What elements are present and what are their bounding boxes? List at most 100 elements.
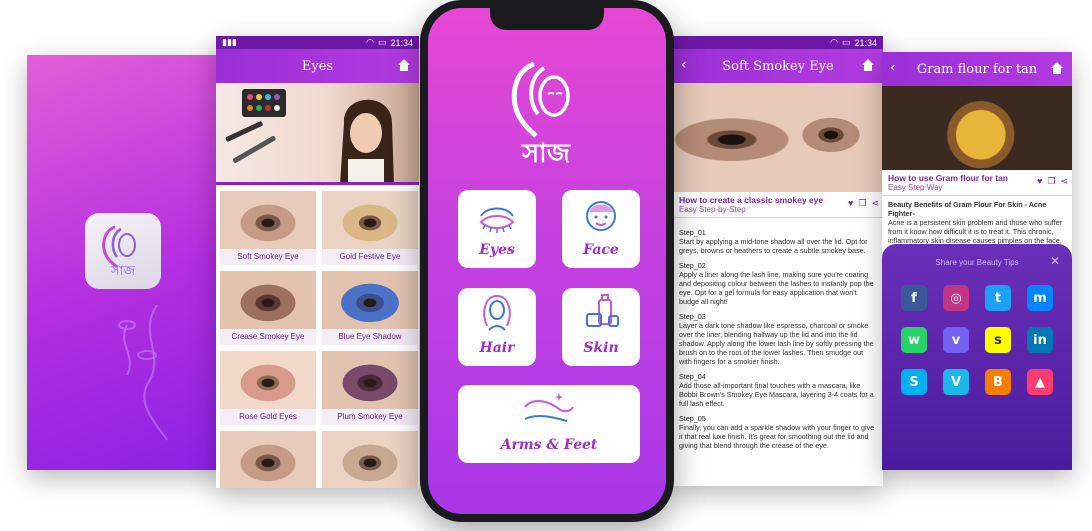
list-item-label: Crease Smokey Eye — [231, 332, 305, 341]
eye-look-image — [322, 431, 418, 488]
step-text: Add those all-important final touches wi… — [679, 381, 874, 408]
category-eyes-button[interactable]: Eyes — [458, 190, 536, 268]
vimeo-icon[interactable]: V — [943, 369, 969, 395]
step-title: Step_04 — [679, 372, 706, 381]
app-logo: সাজ — [511, 61, 572, 168]
hair-icon — [483, 294, 511, 331]
step-text: Start by applying a mid-tone shadow all … — [679, 237, 868, 255]
share-icon[interactable]: ⋖ — [1060, 176, 1068, 187]
category-label: Hair — [479, 340, 515, 356]
category-label: Face — [583, 242, 619, 258]
home-screen: সাজ Eyes Face Hair Skin Arms & Feet — [428, 8, 666, 514]
home-icon[interactable] — [397, 58, 411, 72]
status-time: 21:34 — [390, 37, 413, 48]
list-item-label: Blue Eye Shadow — [338, 332, 402, 341]
back-arrow-icon[interactable]: ‹ — [890, 60, 896, 76]
app-icon[interactable]: সাজ — [85, 213, 161, 289]
svg-text:সাজ: সাজ — [110, 264, 135, 279]
article-titlebar: How to use Gram flour for tan Easy Step … — [882, 170, 1072, 196]
floral-silhouette-icon — [118, 304, 168, 441]
heart-icon[interactable]: ♥ — [1037, 176, 1042, 187]
page-title: Gram flour for tan — [916, 61, 1038, 77]
eye-look-image — [322, 271, 418, 329]
soft-smokey-eye-screen: ◠ ▭ 21:34 ‹ Soft Smokey Eye How to creat… — [673, 36, 883, 486]
eye-look-image — [220, 271, 316, 329]
body-title: Beauty Benefits of Gram Flour For Skin -… — [888, 200, 1047, 218]
list-item[interactable]: Crease Smokey Eye — [220, 271, 316, 345]
battery-icon: ▭ — [841, 37, 851, 47]
category-label: Eyes — [479, 242, 515, 258]
step-text: Layer a dark tone shadow like espresso, … — [679, 321, 874, 366]
step-title: Step_01 — [679, 228, 706, 237]
wifi-icon: ◠ — [830, 37, 838, 47]
category-skin-button[interactable]: Skin — [562, 288, 640, 366]
eye-looks-grid: Soft Smokey Eye Gold Festive Eye Crease … — [216, 185, 419, 488]
list-item[interactable]: Gold Festive Eye — [322, 191, 418, 265]
list-item[interactable]: Soft Smokey Eye — [220, 191, 316, 265]
eyes-screen: ▮▮▮ ◠ ▭ 21:34 Eyes Soft Smokey Eye Gold … — [216, 36, 419, 488]
step-title: Step_05 — [679, 414, 706, 423]
gram-flour-screen: ‹ Gram flour for tan How to use Gram flo… — [882, 52, 1072, 470]
category-arms-feet-button[interactable]: Arms & Feet — [458, 385, 640, 463]
face-icon — [586, 201, 616, 231]
phone-frame: সাজ Eyes Face Hair Skin Arms & Feet — [420, 0, 674, 522]
snapchat-icon[interactable]: s — [985, 327, 1011, 353]
wifi-icon: ◠ — [366, 37, 374, 47]
back-arrow-icon[interactable]: ‹ — [681, 57, 687, 73]
share-icons-grid: f ◎ t m w v s in S V B ▲ — [882, 285, 1072, 395]
feet-icon — [524, 393, 574, 422]
close-icon[interactable]: ✕ — [1050, 254, 1060, 268]
home-icon[interactable] — [861, 58, 875, 72]
share-title: Share your Beauty Tips — [935, 258, 1019, 267]
step-title: Step_03 — [679, 312, 706, 321]
status-bar: ◠ ▭ 21:34 — [673, 36, 883, 49]
category-label: Arms & Feet — [500, 437, 598, 453]
eye-look-image — [322, 191, 418, 249]
share-sheet: Share your Beauty Tips ✕ f ◎ t m w v s in S V B ▲ — [882, 244, 1072, 470]
page-title: Soft Smokey Eye — [722, 58, 834, 74]
linkedin-icon[interactable]: in — [1027, 327, 1053, 353]
step-title: Step_02 — [679, 261, 706, 270]
list-item-label: Rose Gold Eyes — [239, 412, 297, 421]
article-body: Step_01 Start by applying a mid-tone sha… — [673, 218, 883, 454]
skype-icon[interactable]: S — [901, 369, 927, 395]
list-item-label: Gold Festive Eye — [339, 252, 401, 261]
list-item-label: Soft Smokey Eye — [237, 252, 299, 261]
blogger-icon[interactable]: B — [985, 369, 1011, 395]
category-face-button[interactable]: Face — [562, 190, 640, 268]
list-item[interactable] — [322, 431, 418, 488]
whatsapp-icon[interactable]: w — [901, 327, 927, 353]
twitter-icon[interactable]: t — [985, 285, 1011, 311]
eye-look-image — [220, 431, 316, 488]
eye-look-image — [322, 351, 418, 409]
instagram-icon[interactable]: ◎ — [943, 285, 969, 311]
eye-look-image — [220, 191, 316, 249]
article-titlebar: How to create a classic smokey eye Easy … — [673, 192, 883, 218]
hero-banner — [216, 83, 419, 185]
list-item[interactable]: Plum Smokey Eye — [322, 351, 418, 425]
facebook-icon[interactable]: f — [901, 285, 927, 311]
home-icon[interactable] — [1050, 61, 1064, 75]
category-hair-button[interactable]: Hair — [458, 288, 536, 366]
messenger-icon[interactable]: m — [1027, 285, 1053, 311]
copy-icon[interactable]: ❐ — [1047, 176, 1055, 187]
list-item[interactable]: Rose Gold Eyes — [220, 351, 316, 425]
list-item[interactable] — [220, 431, 316, 488]
skincare-icon — [586, 294, 619, 327]
list-item[interactable]: Blue Eye Shadow — [322, 271, 418, 345]
viber-icon[interactable]: v — [943, 327, 969, 353]
list-item-label: Plum Smokey Eye — [337, 412, 403, 421]
header: ‹ Soft Smokey Eye — [673, 49, 883, 83]
battery-icon: ▭ — [377, 37, 387, 47]
heart-icon[interactable]: ♥ — [848, 198, 853, 209]
page-title: Eyes — [301, 58, 334, 74]
tinder-icon[interactable]: ▲ — [1027, 369, 1053, 395]
category-label: Skin — [583, 340, 619, 356]
status-time: 21:34 — [854, 37, 877, 48]
step-text: Finally, you can add a sparkle shadow wi… — [679, 423, 875, 450]
share-icon[interactable]: ⋖ — [871, 198, 879, 209]
status-bar: ▮▮▮ ◠ ▭ 21:34 — [216, 36, 419, 49]
copy-icon[interactable]: ❐ — [858, 198, 866, 209]
gram-flour-image — [882, 86, 1072, 170]
phone-notch — [490, 8, 604, 30]
